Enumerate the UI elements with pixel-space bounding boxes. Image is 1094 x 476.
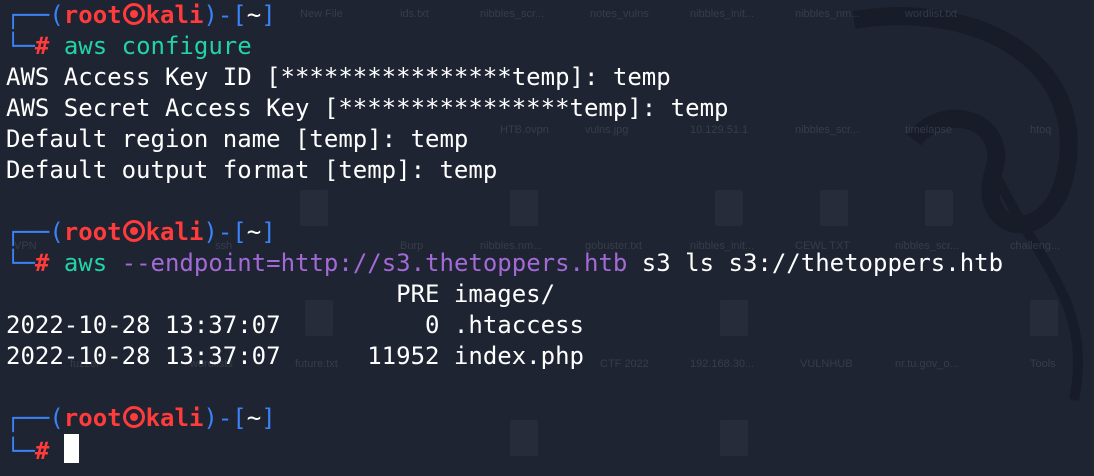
command-line: └─# aws configure [6, 31, 1094, 62]
prompt-line: ┌──(root kali)-[~] [6, 217, 1094, 248]
skull-icon [122, 406, 145, 428]
prompt-line: ┌──(root kali)-[~] [6, 0, 1094, 31]
command-name: aws [63, 32, 108, 60]
prompt-symbol: # [34, 437, 50, 465]
output-line: 2022-10-28 13:37:07 11952 index.php [6, 342, 584, 370]
output-line: AWS Secret Access Key [****************t… [6, 94, 729, 122]
prompt-bracket-close: ] [261, 404, 276, 432]
skull-icon [122, 220, 145, 242]
prompt-host: kali [145, 1, 204, 29]
text-cursor[interactable] [63, 434, 79, 463]
prompt-user: root [63, 1, 122, 29]
output-line: Default region name [temp]: temp [6, 125, 469, 153]
prompt-separator: )-[ [203, 404, 247, 432]
prompt-user: root [63, 404, 122, 432]
output-line: PRE images/ [6, 280, 556, 308]
terminal-window[interactable]: ┌──(root kali)-[~] └─# aws configure AWS … [6, 0, 1094, 476]
command-line[interactable]: └─# [6, 434, 1094, 465]
output-line: AWS Access Key ID [****************temp]… [6, 63, 671, 91]
prompt-user: root [63, 218, 122, 246]
prompt-line: ┌──(root kali)-[~] [6, 403, 1094, 434]
prompt-host: kali [145, 218, 204, 246]
command-args: s3 ls s3://thetoppers.htb [627, 249, 1004, 277]
prompt-cwd: ~ [246, 404, 262, 432]
prompt-bracket-close: ] [261, 1, 276, 29]
prompt-frame-top: ┌──( [6, 1, 64, 29]
prompt-cwd: ~ [246, 218, 262, 246]
command-flag: --endpoint=http://s3.thetoppers.htb [121, 249, 628, 277]
prompt-separator: )-[ [203, 1, 247, 29]
prompt-cwd: ~ [246, 1, 262, 29]
command-line: └─# aws --endpoint=http://s3.thetoppers.… [6, 248, 1094, 279]
prompt-frame-top: ┌──( [6, 218, 64, 246]
prompt-symbol: # [34, 249, 50, 277]
prompt-separator: )-[ [203, 218, 247, 246]
prompt-symbol: # [34, 32, 50, 60]
prompt-host: kali [145, 404, 204, 432]
prompt-frame-bottom: └─ [6, 249, 35, 277]
output-line: 2022-10-28 13:37:07 0 .htaccess [6, 311, 584, 339]
command-args: configure [121, 32, 252, 60]
command-name: aws [63, 249, 108, 277]
prompt-bracket-close: ] [261, 218, 276, 246]
skull-icon [122, 3, 145, 25]
prompt-frame-top: ┌──( [6, 404, 64, 432]
prompt-frame-bottom: └─ [6, 437, 35, 465]
prompt-frame-bottom: └─ [6, 32, 35, 60]
output-line: Default output format [temp]: temp [6, 156, 498, 184]
